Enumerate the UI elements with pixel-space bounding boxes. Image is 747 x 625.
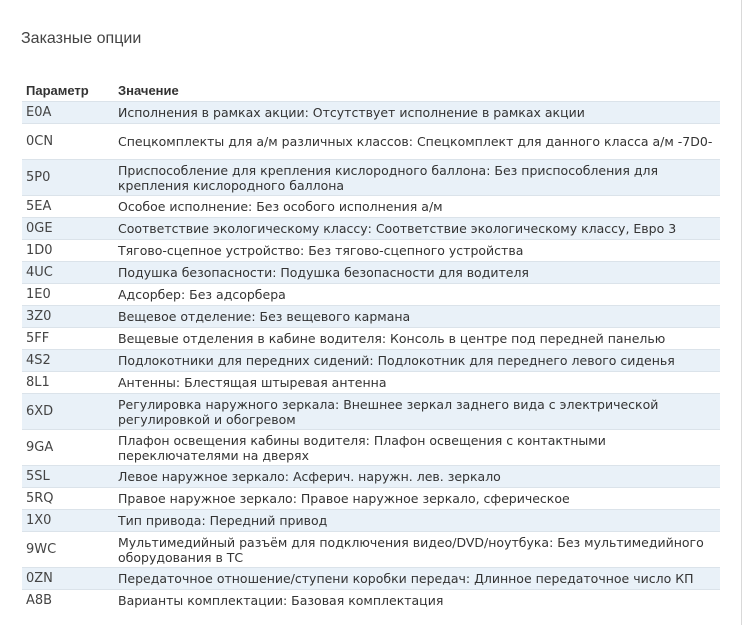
section-title: Заказные опции <box>21 30 142 47</box>
option-value: Исполнения в рамках акции: Отсутствует и… <box>114 101 720 124</box>
option-code: 6XD <box>22 393 114 430</box>
option-value: Особое исполнение: Без особого исполнени… <box>114 195 720 218</box>
option-value: Левое наружное зеркало: Асферич. наружн.… <box>114 465 720 488</box>
table-row: 1D0 Тягово-сцепное устройство: Без тягов… <box>22 239 720 262</box>
option-value: Подушка безопасности: Подушка безопаснос… <box>114 261 720 284</box>
table-row: 9WC Мультимедийный разъём для подключени… <box>22 531 720 568</box>
option-code: 9WC <box>22 531 114 568</box>
option-code: 1X0 <box>22 509 114 532</box>
option-code: 0ZN <box>22 567 114 590</box>
option-value: Вещевые отделения в кабине водителя: Кон… <box>114 327 720 350</box>
option-value: Плафон освещения кабины водителя: Плафон… <box>114 429 720 466</box>
table-row: 6XD Регулировка наружного зеркала: Внешн… <box>22 393 720 430</box>
option-code: 8L1 <box>22 371 114 394</box>
table-row: 4UC Подушка безопасности: Подушка безопа… <box>22 261 720 284</box>
option-code: 4S2 <box>22 349 114 372</box>
column-header-param: Параметр <box>26 83 89 98</box>
table-row: 9GA Плафон освещения кабины водителя: Пл… <box>22 429 720 466</box>
table-row: 0CN Спецкомплекты для а/м различных клас… <box>22 123 720 160</box>
option-code: 5EA <box>22 195 114 218</box>
options-panel: Заказные опции Параметр Значение E0A Исп… <box>0 0 742 625</box>
option-code: 3Z0 <box>22 305 114 328</box>
option-code: 0CN <box>22 123 114 160</box>
option-value: Варианты комплектации: Базовая комплекта… <box>114 589 720 611</box>
table-row: 5FF Вещевые отделения в кабине водителя:… <box>22 327 720 350</box>
option-value: Антенны: Блестящая штыревая антенна <box>114 371 720 394</box>
option-value: Передаточное отношение/ступени коробки п… <box>114 567 720 590</box>
option-code: 5RQ <box>22 487 114 510</box>
option-value: Приспособление для крепления кислородног… <box>114 159 720 196</box>
table-row: A8B Варианты комплектации: Базовая компл… <box>22 589 720 611</box>
option-code: 1E0 <box>22 283 114 306</box>
option-value: Спецкомплекты для а/м различных классов:… <box>114 123 720 160</box>
table-row: E0A Исполнения в рамках акции: Отсутству… <box>22 101 720 124</box>
option-code: 0GE <box>22 217 114 240</box>
option-value: Мультимедийный разъём для подключения ви… <box>114 531 720 568</box>
option-value: Вещевое отделение: Без вещевого кармана <box>114 305 720 328</box>
options-table: Параметр Значение E0A Исполнения в рамка… <box>22 78 720 611</box>
table-row: 5EA Особое исполнение: Без особого испол… <box>22 195 720 218</box>
table-header-row: Параметр Значение <box>22 78 720 102</box>
column-header-value: Значение <box>118 83 179 98</box>
option-value: Правое наружное зеркало: Правое наружное… <box>114 487 720 510</box>
option-code: 9GA <box>22 429 114 466</box>
option-value: Адсорбер: Без адсорбера <box>114 283 720 306</box>
option-value: Тип привода: Передний привод <box>114 509 720 532</box>
table-row: 0GE Соответствие экологическому классу: … <box>22 217 720 240</box>
option-code: E0A <box>22 101 114 124</box>
table-row: 3Z0 Вещевое отделение: Без вещевого карм… <box>22 305 720 328</box>
option-value: Подлокотники для передних сидений: Подло… <box>114 349 720 372</box>
option-code: 5P0 <box>22 159 114 196</box>
table-row: 8L1 Антенны: Блестящая штыревая антенна <box>22 371 720 394</box>
option-value: Тягово-сцепное устройство: Без тягово-сц… <box>114 239 720 262</box>
option-value: Регулировка наружного зеркала: Внешнее з… <box>114 393 720 430</box>
table-row: 0ZN Передаточное отношение/ступени короб… <box>22 567 720 590</box>
table-row: 5SL Левое наружное зеркало: Асферич. нар… <box>22 465 720 488</box>
table-row: 4S2 Подлокотники для передних сидений: П… <box>22 349 720 372</box>
option-code: 5FF <box>22 327 114 350</box>
table-row: 1X0 Тип привода: Передний привод <box>22 509 720 532</box>
option-code: 5SL <box>22 465 114 488</box>
table-row: 5P0 Приспособление для крепления кислоро… <box>22 159 720 196</box>
option-code: 1D0 <box>22 239 114 262</box>
option-value: Соответствие экологическому классу: Соот… <box>114 217 720 240</box>
option-code: 4UC <box>22 261 114 284</box>
table-row: 1E0 Адсорбер: Без адсорбера <box>22 283 720 306</box>
table-row: 5RQ Правое наружное зеркало: Правое нару… <box>22 487 720 510</box>
option-code: A8B <box>22 589 114 611</box>
